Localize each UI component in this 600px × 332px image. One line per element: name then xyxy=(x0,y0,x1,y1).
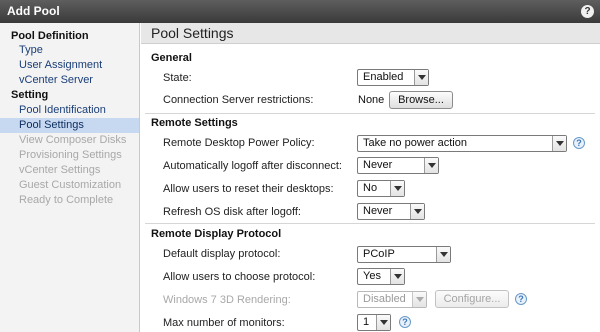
connection-server-restrictions-value: None xyxy=(358,94,385,106)
max-monitors-label: Max number of monitors: xyxy=(163,317,285,329)
display-protocol-select-value: PCoIP xyxy=(363,248,395,260)
refresh-os-disk-select-value: Never xyxy=(363,205,393,217)
chevron-down-icon xyxy=(410,204,424,219)
browse-button[interactable]: Browse... xyxy=(389,91,453,109)
display-protocol-label: Default display protocol: xyxy=(163,248,281,260)
help-icon[interactable]: ? xyxy=(581,5,594,18)
max-monitors-select-value: 1 xyxy=(363,316,370,328)
auto-logoff-select[interactable]: Never xyxy=(357,157,439,174)
chevron-down-icon xyxy=(390,269,404,284)
choose-protocol-label: Allow users to choose protocol: xyxy=(163,271,316,283)
reset-desktops-label: Allow users to reset their desktops: xyxy=(163,183,334,195)
auto-logoff-select-value: Never xyxy=(363,159,393,171)
max-monitors-select[interactable]: 1 xyxy=(357,314,391,331)
reset-desktops-select[interactable]: No xyxy=(357,180,405,197)
sidebar-item-user-assignment[interactable]: User Assignment xyxy=(0,58,139,73)
section-title-remote-settings: Remote Settings xyxy=(151,117,238,129)
window-title: Add Pool xyxy=(7,4,60,18)
section-divider xyxy=(145,223,595,224)
sidebar-item-ready-to-complete: Ready to Complete xyxy=(19,194,114,206)
section-title-general: General xyxy=(151,52,192,64)
power-policy-select[interactable]: Take no power action xyxy=(357,135,567,152)
sidebar-item-vcenter-settings: vCenter Settings xyxy=(19,164,101,176)
page-title: Pool Settings xyxy=(141,23,600,44)
choose-protocol-select-value: Yes xyxy=(363,270,381,282)
sidebar-item-type[interactable]: Type xyxy=(0,43,139,58)
3d-rendering-select-value: Disabled xyxy=(363,293,406,305)
auto-logoff-label: Automatically logoff after disconnect: xyxy=(163,160,342,172)
chevron-down-icon xyxy=(414,70,428,85)
state-label: State: xyxy=(163,72,192,84)
power-policy-label: Remote Desktop Power Policy: xyxy=(163,137,315,149)
chevron-down-icon xyxy=(552,136,566,151)
state-select-value: Enabled xyxy=(363,71,404,83)
sidebar-item-guest-customization: Guest Customization xyxy=(19,179,122,191)
reset-desktops-select-value: No xyxy=(363,182,378,194)
state-select[interactable]: Enabled xyxy=(357,69,429,86)
display-protocol-select[interactable]: PCoIP xyxy=(357,246,451,263)
3d-rendering-label: Windows 7 3D Rendering: xyxy=(163,294,291,306)
sidebar-item-view-composer-disks: View Composer Disks xyxy=(19,134,127,146)
pool-settings-panel: Pool Settings General State: Enabled Con… xyxy=(141,23,600,332)
sidebar-section-setting: Setting xyxy=(11,89,49,101)
sidebar-section-pool-definition: Pool Definition xyxy=(11,30,89,42)
section-divider xyxy=(145,113,595,114)
chevron-down-icon xyxy=(424,158,438,173)
chevron-down-icon xyxy=(412,292,426,307)
sidebar-item-pool-identification[interactable]: Pool Identification xyxy=(0,103,139,118)
help-info-icon[interactable]: ? xyxy=(399,316,411,328)
configure-button: Configure... xyxy=(435,290,509,308)
sidebar-item-vcenter-server[interactable]: vCenter Server xyxy=(0,73,139,88)
help-info-icon[interactable]: ? xyxy=(515,293,527,305)
power-policy-select-value: Take no power action xyxy=(363,137,467,149)
sidebar-item-pool-settings[interactable]: Pool Settings xyxy=(0,118,139,133)
3d-rendering-select: Disabled xyxy=(357,291,427,308)
refresh-os-disk-label: Refresh OS disk after logoff: xyxy=(163,206,301,218)
section-title-remote-display-protocol: Remote Display Protocol xyxy=(151,228,282,240)
connection-server-restrictions-label: Connection Server restrictions: xyxy=(163,94,314,106)
chevron-down-icon xyxy=(376,315,390,330)
sidebar-item-provisioning-settings: Provisioning Settings xyxy=(19,149,122,161)
window-titlebar: Add Pool ? xyxy=(0,0,600,23)
refresh-os-disk-select[interactable]: Never xyxy=(357,203,425,220)
choose-protocol-select[interactable]: Yes xyxy=(357,268,405,285)
chevron-down-icon xyxy=(390,181,404,196)
help-info-icon[interactable]: ? xyxy=(573,137,585,149)
wizard-sidebar: Pool Definition Type User Assignment vCe… xyxy=(0,23,140,332)
chevron-down-icon xyxy=(436,247,450,262)
